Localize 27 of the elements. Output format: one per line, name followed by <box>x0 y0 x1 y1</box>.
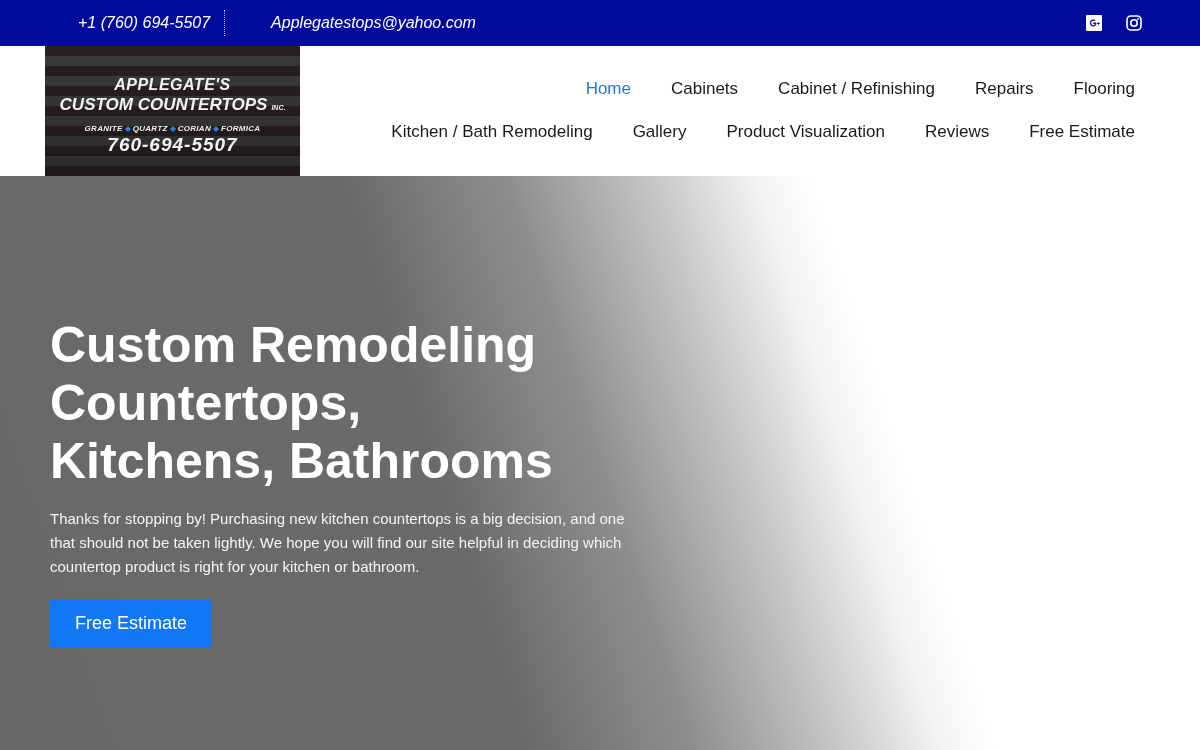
logo-material-text: QUARTZ <box>132 124 168 134</box>
diamond-icon <box>124 126 131 132</box>
logo-material-text: GRANITE <box>84 124 123 134</box>
nav-link[interactable]: Home <box>585 78 631 99</box>
nav-link[interactable]: Free Estimate <box>1029 121 1135 142</box>
nav-link[interactable]: Repairs <box>975 78 1034 99</box>
nav-link[interactable]: Cabinet / Refinishing <box>778 78 935 99</box>
phone-number: +1 (760) 694-5507 <box>78 14 211 32</box>
logo-material-text: FORMICA <box>221 124 261 134</box>
nav-link[interactable]: Cabinets <box>671 78 739 99</box>
logo-phone-text: 760-694-5507 <box>107 134 238 156</box>
nav-link[interactable]: Reviews <box>924 121 990 142</box>
diamond-icon <box>169 126 176 132</box>
free-estimate-button[interactable]: Free Estimate <box>50 599 212 647</box>
hero-description: Thanks for stopping by! Purchasing new kitchen countertops is a big decision, and one that should not be taken lightly. We hope you will find our site helpful in deciding which countertop product is right for your kitchen or bathroom. <box>50 509 626 577</box>
email-address: Applegatestops@yahoo.com <box>271 14 476 32</box>
nav-link[interactable]: Flooring <box>1073 78 1135 99</box>
nav-link[interactable]: Product Visualization <box>726 121 885 142</box>
hero-headline: Custom Remodeling Countertops, Kitchens, Bathrooms <box>50 316 553 490</box>
diamond-icon <box>213 126 219 132</box>
nav-link[interactable]: Kitchen / Bath Remodeling <box>391 121 593 142</box>
logo-tagline-text: CUSTOM COUNTERTOPS <box>59 94 268 116</box>
logo-name-text: APPLEGATE'S <box>114 76 231 94</box>
instagram-icon[interactable] <box>1126 15 1142 31</box>
nav-link[interactable]: Gallery <box>632 121 687 142</box>
google-plus-icon[interactable] <box>1086 15 1102 31</box>
logo-material-text: CORIAN <box>177 124 211 134</box>
